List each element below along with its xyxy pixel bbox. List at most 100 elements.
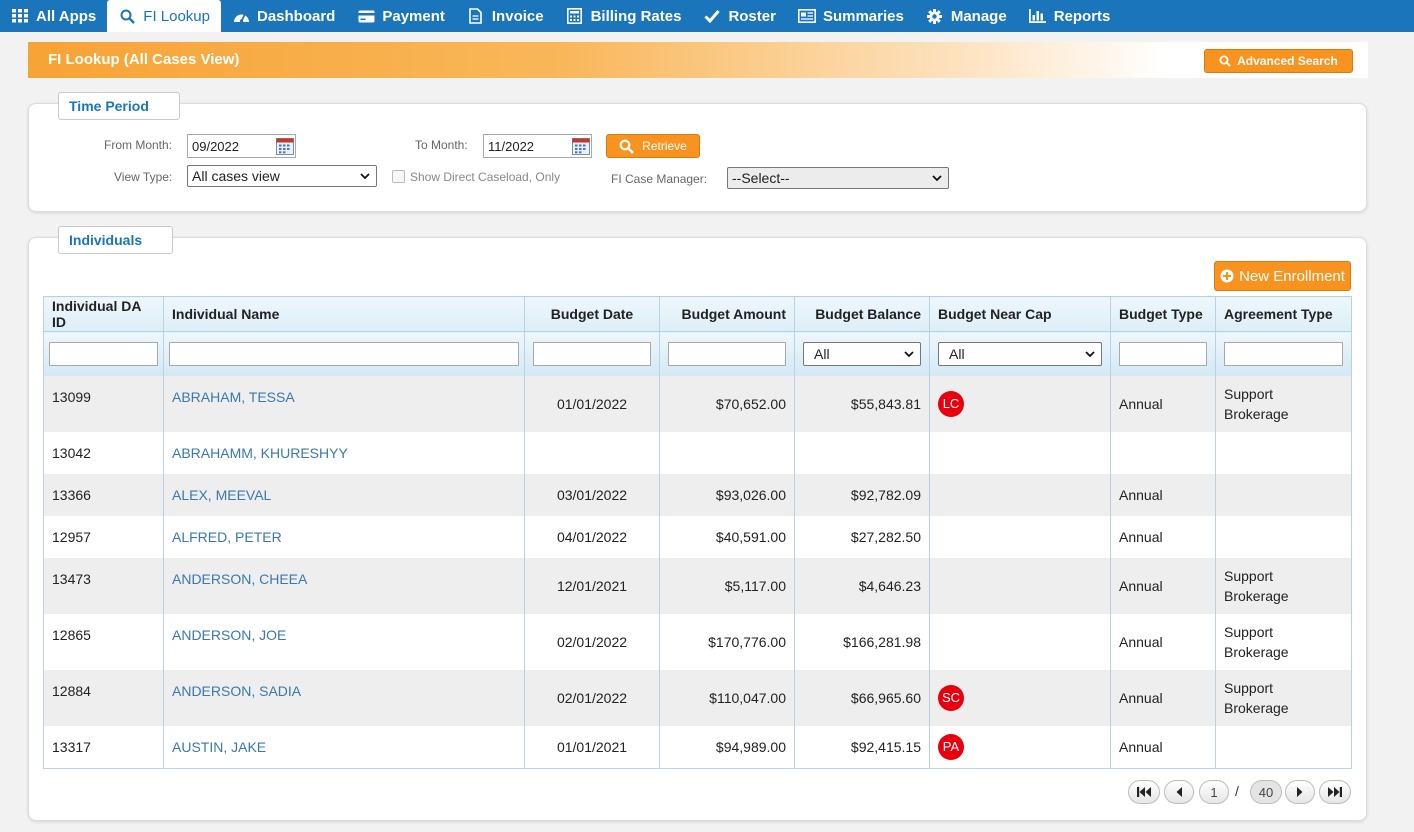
column-header[interactable]: Individual DA ID [43, 296, 164, 332]
chevron-down-icon [1085, 351, 1095, 358]
column-header[interactable]: Budget Near Cap [929, 296, 1111, 332]
cell-agreement [1215, 473, 1352, 516]
cell-balance: $92,415.15 [794, 725, 930, 769]
agreement-line: Brokerage [1224, 587, 1289, 604]
filter-date-input[interactable] [533, 341, 651, 366]
nav-label: Billing Rates [590, 7, 682, 25]
individual-name-link[interactable]: ANDERSON, SADIA [172, 683, 301, 699]
column-header[interactable]: Budget Balance [794, 296, 930, 332]
table-header-row: Individual DA ID Individual Name Budget … [43, 296, 1352, 332]
cell-id: 13099 [43, 375, 164, 432]
nav-roster[interactable]: Roster [692, 0, 787, 32]
current-page-input[interactable]: 1 [1199, 780, 1229, 804]
filter-id-input[interactable] [49, 341, 158, 366]
cell-id: 13042 [43, 431, 164, 474]
cell-balance: $92,782.09 [794, 473, 930, 516]
cell-near-cap [929, 557, 1111, 614]
last-page-button[interactable] [1319, 780, 1351, 804]
cell-type: Annual [1110, 613, 1216, 670]
filter-near-cap-select[interactable]: All [938, 341, 1102, 366]
nav-billing-rates[interactable]: Billing Rates [555, 0, 693, 32]
bar-chart-icon [1029, 8, 1047, 24]
chevron-down-icon [904, 351, 914, 358]
individual-name-link[interactable]: ABRAHAM, TESSA [172, 389, 295, 405]
near-cap-badge: PA [938, 733, 964, 760]
filter-balance-select[interactable]: All [803, 341, 921, 366]
nav-summaries[interactable]: Summaries [787, 0, 915, 32]
individual-name-link[interactable]: ALFRED, PETER [172, 529, 282, 545]
individual-name-link[interactable]: ABRAHAMM, KHURESHYY [172, 445, 348, 461]
cell-id: 12865 [43, 613, 164, 670]
filter-amount-input[interactable] [668, 341, 786, 366]
nav-dashboard[interactable]: Dashboard [221, 0, 346, 32]
nav-label: All Apps [36, 7, 97, 25]
table-row: 13099 ABRAHAM, TESSA 01/01/2022 $70,652.… [43, 375, 1352, 432]
cell-agreement [1215, 515, 1352, 558]
column-header[interactable]: Budget Date [524, 296, 660, 332]
nav-invoice[interactable]: Invoice [456, 0, 555, 32]
agreement-line: Support [1224, 679, 1274, 696]
agreement-line: Support [1224, 623, 1274, 640]
retrieve-button[interactable]: Retrieve [606, 134, 700, 158]
advanced-search-label: Advanced Search [1237, 54, 1338, 68]
search-icon [1219, 55, 1231, 67]
cell-near-cap [929, 515, 1111, 558]
column-header[interactable]: Budget Type [1110, 296, 1216, 332]
nav-manage[interactable]: Manage [915, 0, 1018, 32]
cell-agreement: Support Brokerage [1215, 557, 1352, 614]
nav-label: Invoice [491, 7, 544, 25]
nav-payment[interactable]: Payment [346, 0, 456, 32]
calendar-icon[interactable] [572, 137, 590, 155]
filter-agreement-input[interactable] [1224, 341, 1343, 366]
chevron-down-icon [932, 175, 942, 182]
filter-type-input[interactable] [1119, 341, 1207, 366]
nav-label: Summaries [822, 7, 904, 25]
cell-near-cap [929, 431, 1111, 474]
gear-icon [926, 8, 944, 24]
cell-amount: $40,591.00 [659, 515, 795, 558]
calendar-icon[interactable] [276, 137, 294, 155]
new-enrollment-button[interactable]: New Enrollment [1214, 261, 1351, 291]
search-icon [619, 139, 635, 154]
individuals-legend: Individuals [58, 226, 173, 254]
first-page-button[interactable] [1128, 780, 1160, 804]
cell-amount: $5,117.00 [659, 557, 795, 614]
direct-caseload-checkbox[interactable] [392, 170, 405, 183]
prev-page-button[interactable] [1164, 780, 1194, 804]
individual-name-link[interactable]: ANDERSON, CHEEA [172, 571, 307, 587]
table-row: 13042 ABRAHAMM, KHURESHYY [43, 431, 1352, 474]
chevron-down-icon [360, 173, 370, 180]
cell-id: 12884 [43, 669, 164, 726]
individual-name-link[interactable]: ALEX, MEEVAL [172, 487, 271, 503]
nav-label: Roster [728, 7, 776, 25]
cell-agreement [1215, 431, 1352, 474]
individual-name-link[interactable]: ANDERSON, JOE [172, 627, 286, 643]
advanced-search-button[interactable]: Advanced Search [1204, 49, 1353, 73]
filter-balance-value: All [814, 345, 830, 362]
column-header[interactable]: Agreement Type [1215, 296, 1352, 332]
table-row: 12957 ALFRED, PETER 04/01/2022 $40,591.0… [43, 515, 1352, 558]
case-manager-select[interactable]: --Select-- [727, 167, 949, 189]
cell-balance: $27,282.50 [794, 515, 930, 558]
column-header[interactable]: Budget Amount [659, 296, 795, 332]
case-manager-value: --Select-- [732, 170, 790, 186]
nav-fi-lookup[interactable]: FI Lookup [107, 0, 221, 32]
next-page-button[interactable] [1285, 780, 1315, 804]
cell-balance: $55,843.81 [794, 375, 930, 432]
agreement-line: Support [1224, 385, 1274, 402]
cell-amount: $110,047.00 [659, 669, 795, 726]
cell-date: 12/01/2021 [524, 557, 660, 614]
nav-reports[interactable]: Reports [1018, 0, 1122, 32]
cell-id: 12957 [43, 515, 164, 558]
view-type-select[interactable]: All cases view [187, 165, 377, 187]
cell-date: 01/01/2021 [524, 725, 660, 769]
individuals-table: Individual DA ID Individual Name Budget … [43, 296, 1352, 769]
column-header[interactable]: Individual Name [163, 296, 525, 332]
page-header: FI Lookup (All Cases View) Advanced Sear… [28, 42, 1368, 78]
individual-name-link[interactable]: AUSTIN, JAKE [172, 739, 266, 755]
filter-near-cap-value: All [949, 345, 965, 362]
nav-all-apps[interactable]: All Apps [0, 0, 107, 32]
filter-name-input[interactable] [169, 341, 519, 366]
top-nav: All Apps FI Lookup Dashboard Payment Inv… [0, 0, 1414, 32]
agreement-line: Brokerage [1224, 643, 1289, 660]
